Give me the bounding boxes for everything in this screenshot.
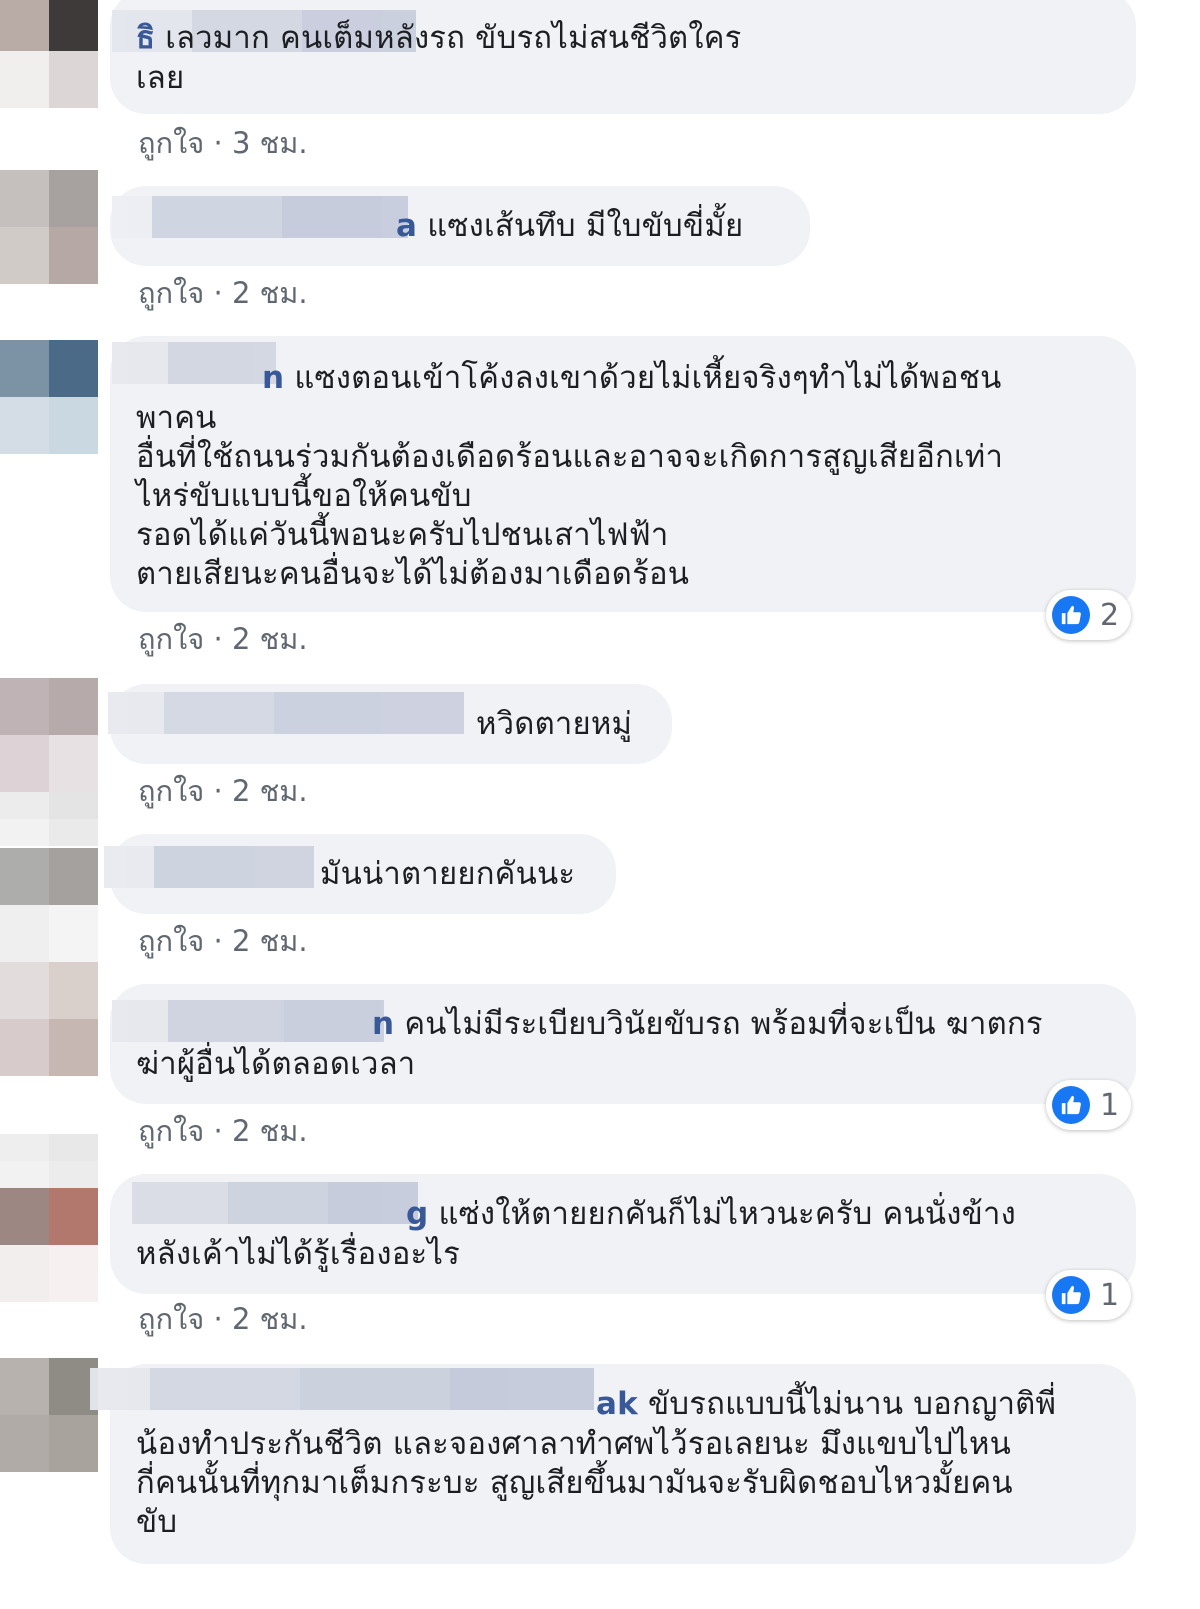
avatar[interactable]	[0, 340, 98, 454]
comment-text-line: ไหร่ขับแบบนี้ขอให้คนขับ	[136, 478, 472, 514]
like-link[interactable]: ถูกใจ	[138, 622, 204, 656]
thumbs-up-icon	[1052, 1276, 1090, 1314]
reaction-number: 1	[1100, 1277, 1120, 1313]
blurred-author-name[interactable]	[112, 196, 408, 238]
reaction-number: 2	[1100, 597, 1120, 633]
comment-text: g แซ่งให้ตายยกคันก็ไม่ไหวนะครับ คนนั่งข้…	[406, 1196, 1016, 1232]
blurred-author-name[interactable]	[104, 846, 314, 888]
blurred-author-name[interactable]	[132, 1182, 418, 1224]
avatar[interactable]	[0, 0, 98, 108]
reaction-count[interactable]: 1	[1046, 1270, 1132, 1320]
avatar[interactable]	[0, 170, 98, 284]
reaction-count[interactable]: 1	[1046, 1080, 1132, 1130]
comment-meta: ถูกใจ · 3 ชม.	[138, 126, 308, 160]
comment-time[interactable]: 2 ชม.	[232, 924, 308, 958]
comment-time[interactable]: 2 ชม.	[232, 622, 308, 656]
like-link[interactable]: ถูกใจ	[138, 1114, 204, 1148]
comment-text-line: ตายเสียนะคนอื่นจะได้ไม่ต้องมาเดือดร้อน	[136, 556, 690, 592]
comment-text: หวิดตายหมู่	[476, 706, 633, 742]
comment-meta: ถูกใจ · 2 ชม.	[138, 1114, 308, 1148]
comment-text-line: น้องทำประกันชีวิต และจองศาลาทำศพไว้รอเลย…	[136, 1426, 1011, 1462]
like-link[interactable]: ถูกใจ	[138, 276, 204, 310]
comment-time[interactable]: 2 ชม.	[232, 1302, 308, 1336]
comment-meta: ถูกใจ · 2 ชม.	[138, 1302, 308, 1336]
comment-author[interactable]: a	[396, 208, 417, 244]
comment-text: ธิ เลวมาก คนเต็มหลังรถ ขับรถไม่สนชีวิตใค…	[136, 20, 742, 56]
comment-time[interactable]: 2 ชม.	[232, 774, 308, 808]
comment-time[interactable]: 3 ชม.	[232, 126, 308, 160]
comment-text-line: ฆ่าผู้อื่นได้ตลอดเวลา	[136, 1046, 416, 1082]
comment-text: มันน่าตายยกคันนะ	[320, 856, 576, 892]
comment-text-line: พาคน	[136, 400, 217, 436]
reaction-count[interactable]: 2	[1046, 590, 1132, 640]
comment-text-line: ขับ	[136, 1504, 178, 1540]
avatar[interactable]	[0, 962, 98, 1076]
comment-text-line: รอดได้แค่วันนี้พอนะครับไปชนเสาไฟฟ้า	[136, 517, 669, 553]
comment-meta: ถูกใจ · 2 ชม.	[138, 924, 308, 958]
like-link[interactable]: ถูกใจ	[138, 1302, 204, 1336]
avatar-fragment	[0, 1134, 98, 1188]
blurred-author-name[interactable]	[90, 1368, 594, 1410]
comment-author[interactable]: ธิ	[136, 20, 155, 56]
comment-text-line: กี่คนนั้นที่ทุกมาเต็มกระบะ สูญเสียขึ้นมา…	[136, 1465, 1013, 1501]
comment-author[interactable]: g	[406, 1196, 428, 1232]
comment-meta: ถูกใจ · 2 ชม.	[138, 774, 308, 808]
comment-time[interactable]: 2 ชม.	[232, 276, 308, 310]
avatar-fragment	[0, 792, 98, 846]
blurred-author-name[interactable]	[112, 342, 276, 384]
comment-text: ak ขับรถแบบนี้ไม่นาน บอกญาติพี่	[596, 1386, 1057, 1422]
comment-text-line: เลย	[136, 60, 185, 96]
comment-text: a แซงเส้นทึบ มีใบขับขี่มั้ย	[396, 208, 744, 244]
comment-time[interactable]: 2 ชม.	[232, 1114, 308, 1148]
blurred-author-name[interactable]	[112, 1000, 384, 1042]
comment-meta: ถูกใจ · 2 ชม.	[138, 276, 308, 310]
comment-meta: ถูกใจ · 2 ชม.	[138, 622, 308, 656]
comment-author[interactable]: n	[372, 1006, 394, 1042]
like-link[interactable]: ถูกใจ	[138, 774, 204, 808]
comment-text: n แซงตอนเข้าโค้งลงเขาด้วยไม่เหี้ยจริงๆทำ…	[262, 360, 1002, 396]
comment-text-line: หลังเค้าไม่ได้รู้เรื่องอะไร	[136, 1236, 461, 1272]
like-link[interactable]: ถูกใจ	[138, 924, 204, 958]
avatar[interactable]	[0, 1188, 98, 1302]
avatar[interactable]	[0, 1358, 98, 1472]
thumbs-up-icon	[1052, 1086, 1090, 1124]
comment-author[interactable]: n	[262, 360, 284, 396]
comment-text: n คนไม่มีระเบียบวินัยขับรถ พร้อมที่จะเป็…	[372, 1006, 1043, 1042]
reaction-number: 1	[1100, 1087, 1120, 1123]
thumbs-up-icon	[1052, 596, 1090, 634]
like-link[interactable]: ถูกใจ	[138, 126, 204, 160]
avatar[interactable]	[0, 678, 98, 792]
comment-text-line: อื่นที่ใช้ถนนร่วมกันต้องเดือดร้อนและอาจจ…	[136, 439, 1004, 475]
comment-author[interactable]: ak	[596, 1386, 638, 1422]
blurred-author-name[interactable]	[108, 692, 464, 734]
avatar[interactable]	[0, 848, 98, 962]
